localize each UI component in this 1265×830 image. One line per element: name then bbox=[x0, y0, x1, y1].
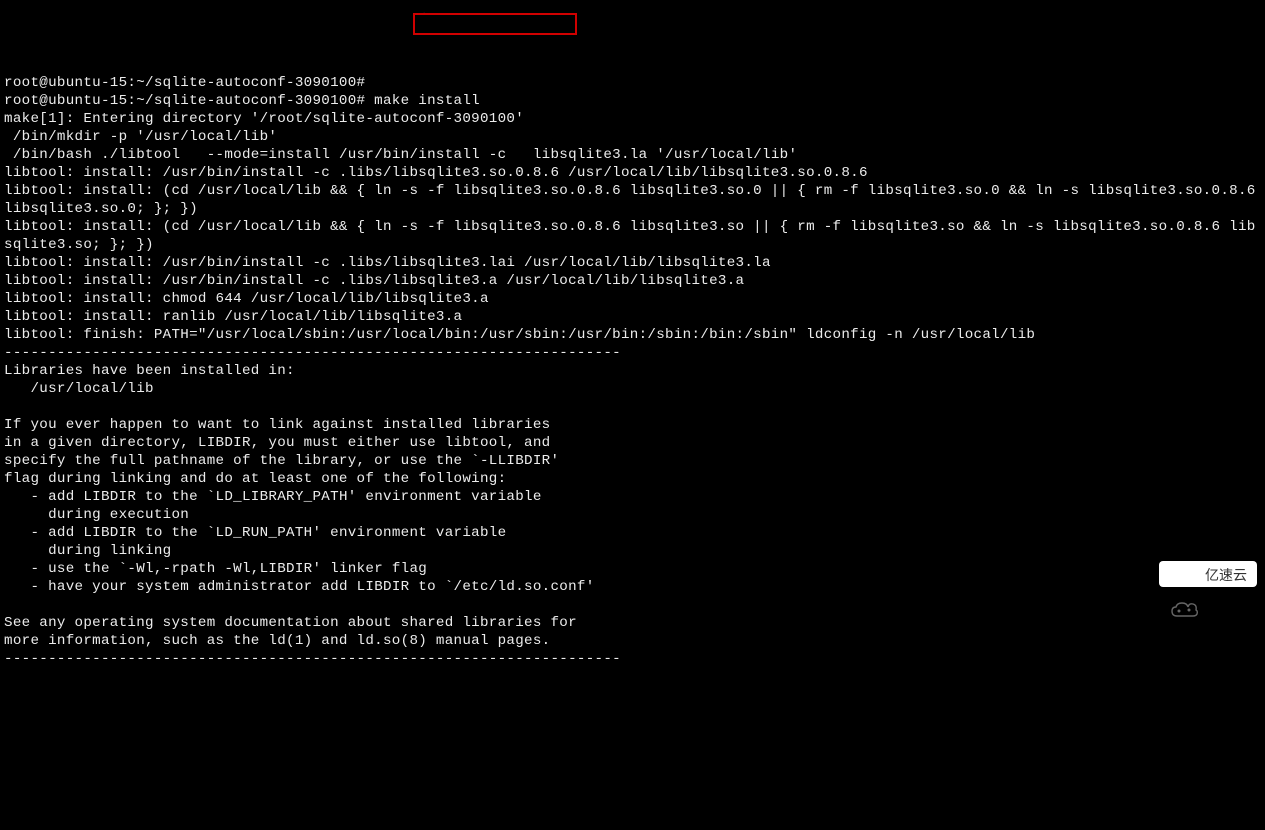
terminal-command-line: root@ubuntu-15:~/sqlite-autoconf-3090100… bbox=[4, 93, 480, 109]
terminal-line: See any operating system documentation a… bbox=[4, 615, 577, 631]
terminal-line: Libraries have been installed in: bbox=[4, 363, 295, 379]
watermark-text: 亿速云 bbox=[1205, 566, 1247, 584]
watermark-badge: 亿速云 bbox=[1159, 561, 1257, 587]
terminal-line: specify the full pathname of the library… bbox=[4, 453, 559, 469]
terminal-line: libtool: install: /usr/bin/install -c .l… bbox=[4, 255, 771, 271]
terminal-line: more information, such as the ld(1) and … bbox=[4, 633, 550, 649]
terminal-output[interactable]: root@ubuntu-15:~/sqlite-autoconf-3090100… bbox=[4, 74, 1261, 668]
terminal-line: libtool: install: ranlib /usr/local/lib/… bbox=[4, 309, 462, 325]
terminal-line: make[1]: Entering directory '/root/sqlit… bbox=[4, 111, 524, 127]
terminal-cursor: . bbox=[420, 3, 429, 21]
terminal-line: /bin/mkdir -p '/usr/local/lib' bbox=[4, 129, 277, 145]
terminal-line: /usr/local/lib bbox=[4, 381, 154, 397]
terminal-line: during execution bbox=[4, 507, 189, 523]
terminal-line: flag during linking and do at least one … bbox=[4, 471, 506, 487]
terminal-line: - add LIBDIR to the `LD_LIBRARY_PATH' en… bbox=[4, 489, 542, 505]
terminal-line: ----------------------------------------… bbox=[4, 345, 621, 361]
terminal-line: ----------------------------------------… bbox=[4, 651, 621, 667]
terminal-line: - add LIBDIR to the `LD_RUN_PATH' enviro… bbox=[4, 525, 506, 541]
terminal-line: libtool: install: (cd /usr/local/lib && … bbox=[4, 219, 1256, 253]
terminal-line: libtool: install: /usr/bin/install -c .l… bbox=[4, 273, 744, 289]
terminal-line: libtool: install: chmod 644 /usr/local/l… bbox=[4, 291, 489, 307]
terminal-line: libtool: install: /usr/bin/install -c .l… bbox=[4, 165, 868, 181]
terminal-prompt: root@ubuntu-15:~/sqlite-autoconf-3090100… bbox=[4, 75, 365, 91]
terminal-line: libtool: install: (cd /usr/local/lib && … bbox=[4, 183, 1264, 217]
terminal-line: in a given directory, LIBDIR, you must e… bbox=[4, 435, 550, 451]
terminal-line: /bin/bash ./libtool --mode=install /usr/… bbox=[4, 147, 797, 163]
cloud-icon bbox=[1169, 565, 1199, 585]
terminal-line: If you ever happen to want to link again… bbox=[4, 417, 550, 433]
terminal-line: during linking bbox=[4, 543, 171, 559]
terminal-line: - use the `-Wl,-rpath -Wl,LIBDIR' linker… bbox=[4, 561, 427, 577]
terminal-line: libtool: finish: PATH="/usr/local/sbin:/… bbox=[4, 327, 1035, 343]
command-highlight-box bbox=[413, 13, 577, 35]
